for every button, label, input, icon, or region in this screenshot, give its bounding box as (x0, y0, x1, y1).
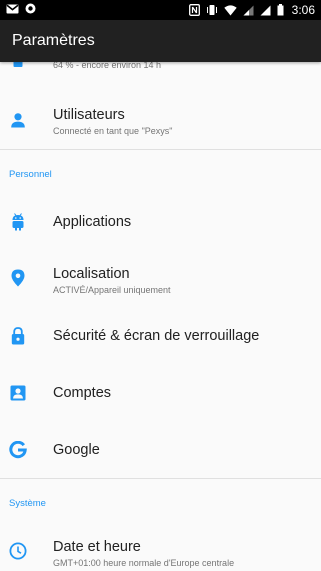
settings-item-title: Date et heure (53, 539, 141, 555)
person-icon (8, 110, 28, 130)
android-icon (8, 212, 28, 232)
lock-icon (8, 326, 28, 346)
divider (0, 478, 321, 479)
settings-item-location[interactable]: Localisation ACTIVÉ/Appareil uniquement (0, 252, 321, 306)
gmail-icon (6, 3, 19, 17)
location-icon (8, 268, 28, 288)
vibrate-icon (206, 4, 218, 16)
section-header-personal: Personnel (9, 169, 52, 180)
settings-item-users[interactable]: Utilisateurs Connecté en tant que "Pexys… (0, 92, 321, 148)
nfc-icon (188, 4, 200, 16)
settings-item-google[interactable]: Google (0, 426, 321, 474)
battery-icon (277, 4, 284, 16)
settings-item-subtitle: ACTIVÉ/Appareil uniquement (53, 285, 171, 295)
wifi-icon (223, 4, 237, 16)
status-bar-time: 3:06 (291, 3, 315, 17)
divider (0, 149, 321, 150)
settings-item-datetime[interactable]: Date et heure GMT+01:00 heure normale d'… (0, 526, 321, 571)
settings-item-security[interactable]: Sécurité & écran de verrouillage (0, 312, 321, 360)
circle-app-icon (25, 3, 36, 17)
status-bar: 3:06 (0, 0, 321, 20)
account-box-icon (8, 383, 28, 403)
google-icon (8, 440, 28, 460)
settings-item-apps[interactable]: Applications (0, 198, 321, 246)
settings-item-title: Comptes (53, 385, 112, 401)
settings-item-title: Applications (53, 214, 132, 230)
app-bar: Paramètres (0, 20, 321, 62)
settings-item-title: Localisation (53, 266, 130, 282)
settings-item-subtitle: 64 % - encore environ 14 h (53, 62, 162, 70)
status-bar-notifications (6, 3, 36, 17)
clock-icon (8, 541, 28, 561)
settings-item-battery[interactable]: 64 % - encore environ 14 h (0, 62, 321, 80)
battery-icon (8, 62, 28, 70)
settings-item-title: Utilisateurs (53, 107, 125, 123)
page-title: Paramètres (12, 32, 95, 49)
settings-item-subtitle: GMT+01:00 heure normale d'Europe central… (53, 558, 235, 568)
settings-item-accounts[interactable]: Comptes (0, 369, 321, 417)
settings-item-title: Google (53, 442, 100, 458)
status-bar-system: 3:06 (188, 3, 315, 17)
settings-item-subtitle: Connecté en tant que "Pexys" (53, 126, 173, 136)
signal-icon (243, 5, 254, 16)
signal-icon (260, 5, 271, 16)
settings-item-title: Sécurité & écran de verrouillage (53, 328, 260, 344)
section-header-system: Système (9, 498, 46, 509)
settings-list[interactable]: 64 % - encore environ 14 h Utilisateurs … (0, 62, 321, 571)
